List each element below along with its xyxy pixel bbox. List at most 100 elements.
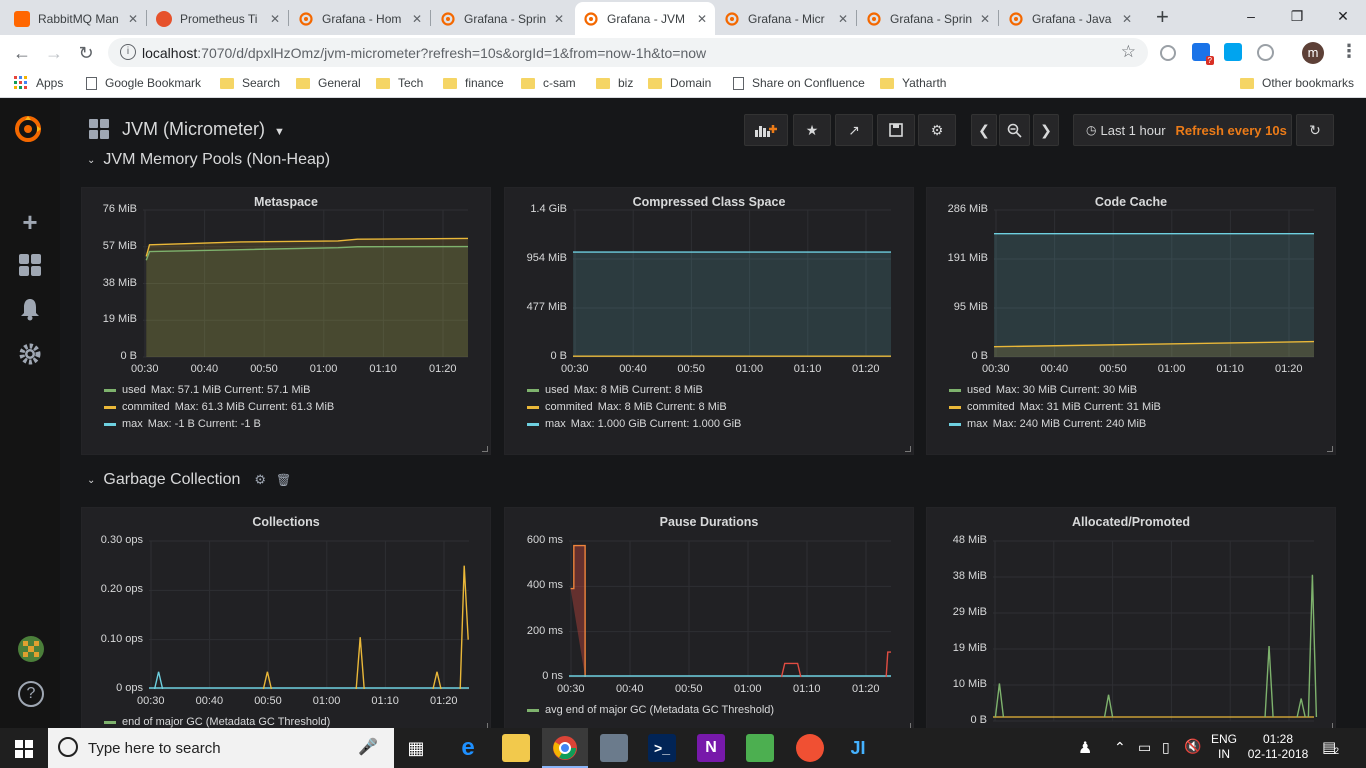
- clock[interactable]: 01:28 02-11-2018: [1244, 732, 1312, 762]
- file-explorer-icon[interactable]: [502, 734, 530, 762]
- panel-metaspace[interactable]: Metaspace 76 MiB 57 MiB 38 MiB 19 MiB 0 B 00:3…: [81, 187, 491, 455]
- bookmark-tech[interactable]: Tech: [376, 76, 423, 90]
- battery-icon[interactable]: ▭: [1138, 739, 1151, 756]
- network-icon[interactable]: ▯: [1162, 739, 1170, 756]
- browser-tab[interactable]: Grafana - JVM ✕: [575, 2, 715, 35]
- save-button[interactable]: [877, 114, 915, 146]
- user-avatar[interactable]: [18, 636, 44, 662]
- time-picker-button[interactable]: ◷ Last 1 hour Refresh every 10s: [1073, 114, 1292, 146]
- bookmark-finance[interactable]: finance: [443, 76, 504, 90]
- legend-item[interactable]: commited Max: 31 MiB Current: 31 MiB: [949, 401, 1161, 413]
- bookmark-search[interactable]: Search: [220, 76, 280, 90]
- panel-title[interactable]: Metaspace: [82, 195, 490, 209]
- intellij-icon[interactable]: JI: [844, 734, 872, 762]
- time-forward-button[interactable]: ❯: [1033, 114, 1059, 146]
- bookmark-share-on-confluence[interactable]: Share on Confluence: [733, 76, 865, 90]
- close-window-button[interactable]: ✕: [1320, 0, 1366, 32]
- windows-start-icon[interactable]: [15, 740, 33, 763]
- extension-blue-icon[interactable]: ?: [1192, 43, 1214, 65]
- panel-title[interactable]: Collections: [82, 515, 490, 529]
- microphone-icon[interactable]: 🎤: [358, 737, 378, 757]
- row-title-gc[interactable]: ⌄ Garbage Collection ⚙ 🗑: [87, 471, 291, 489]
- legend-item[interactable]: max Max: -1 B Current: -1 B: [104, 418, 261, 430]
- settings-button[interactable]: ⚙: [918, 114, 956, 146]
- browser-tab[interactable]: RabbitMQ Man ✕: [6, 2, 146, 35]
- git-icon[interactable]: [796, 734, 824, 762]
- bookmark-apps[interactable]: Apps: [14, 76, 63, 90]
- tray-chevron-up-icon[interactable]: ⌃: [1114, 739, 1126, 756]
- bookmark-biz[interactable]: biz: [596, 76, 633, 90]
- chrome-menu-icon[interactable]: ⋮: [1340, 41, 1358, 62]
- extension-share-icon[interactable]: [1224, 43, 1242, 61]
- bookmark-general[interactable]: General: [296, 76, 361, 90]
- legend-item[interactable]: max Max: 1.000 GiB Current: 1.000 GiB: [527, 418, 741, 430]
- panel-title[interactable]: Code Cache: [927, 195, 1335, 209]
- browser-tab[interactable]: Grafana - Sprin ✕: [858, 2, 998, 35]
- legend-item[interactable]: commited Max: 8 MiB Current: 8 MiB: [527, 401, 727, 413]
- notification-center-icon[interactable]: ▤ 2: [1322, 738, 1339, 756]
- bookmark-domain[interactable]: Domain: [648, 76, 711, 90]
- legend-item[interactable]: used Max: 30 MiB Current: 30 MiB: [949, 384, 1137, 396]
- notepad-plus-icon[interactable]: [746, 734, 774, 762]
- taskbar-search[interactable]: Type here to search 🎤: [48, 728, 394, 768]
- remote-desktop-icon[interactable]: [600, 734, 628, 762]
- address-bar[interactable]: i localhost:7070/d/dpxlHzOmz/jvm-microme…: [108, 38, 1148, 67]
- legend-item[interactable]: used Max: 8 MiB Current: 8 MiB: [527, 384, 703, 396]
- close-tab-icon[interactable]: ✕: [554, 12, 564, 26]
- panel-resize-handle[interactable]: [482, 446, 488, 452]
- other-bookmarks[interactable]: Other bookmarks: [1240, 76, 1354, 90]
- star-button[interactable]: ★: [793, 114, 831, 146]
- share-button[interactable]: ↗: [835, 114, 873, 146]
- language-indicator[interactable]: ENG IN: [1208, 732, 1240, 762]
- row-title-non-heap[interactable]: ⌄ JVM Memory Pools (Non-Heap): [87, 151, 330, 169]
- close-tab-icon[interactable]: ✕: [412, 12, 422, 26]
- configuration-gear-icon[interactable]: [18, 342, 42, 372]
- refresh-button[interactable]: ↻: [1296, 114, 1334, 146]
- bookmark-star-icon[interactable]: ☆: [1121, 42, 1136, 62]
- browser-tab[interactable]: Grafana - Micr ✕: [716, 2, 856, 35]
- panel-pause-durations[interactable]: Pause Durations 600 ms 400 ms 200 ms 0 ns 00:…: [504, 507, 914, 728]
- browser-tab[interactable]: Grafana - Hom ✕: [290, 2, 430, 35]
- legend-item[interactable]: max Max: 240 MiB Current: 240 MiB: [949, 418, 1146, 430]
- panel-resize-handle[interactable]: [905, 446, 911, 452]
- add-panel-button[interactable]: [744, 114, 788, 146]
- chrome-taskbar-button[interactable]: [542, 728, 588, 768]
- reload-button[interactable]: ↻: [72, 39, 100, 67]
- restore-button[interactable]: ❐: [1274, 0, 1320, 32]
- skype-icon[interactable]: [1257, 44, 1274, 61]
- people-icon[interactable]: ♟: [1078, 738, 1092, 758]
- row-delete-icon[interactable]: 🗑: [276, 473, 291, 487]
- create-plus-icon[interactable]: +: [18, 207, 42, 238]
- dashboards-grid-icon[interactable]: [18, 253, 42, 283]
- dashboard-title[interactable]: JVM (Micrometer) ▼: [122, 119, 285, 140]
- legend-item[interactable]: avg end of major GC (Metadata GC Thresho…: [527, 704, 779, 716]
- browser-tab[interactable]: Grafana - Sprin ✕: [432, 2, 572, 35]
- grafana-logo[interactable]: [13, 114, 43, 144]
- volume-muted-icon[interactable]: 🔇: [1184, 738, 1201, 755]
- row-settings-icon[interactable]: ⚙: [254, 472, 266, 488]
- onenote-icon[interactable]: N: [697, 734, 725, 762]
- legend-item[interactable]: commited Max: 61.3 MiB Current: 61.3 MiB: [104, 401, 334, 413]
- back-button[interactable]: ←: [8, 39, 36, 67]
- browser-tab[interactable]: Prometheus Ti ✕: [148, 2, 288, 35]
- close-tab-icon[interactable]: ✕: [980, 12, 990, 26]
- panel-title[interactable]: Allocated/Promoted: [927, 515, 1335, 529]
- close-tab-icon[interactable]: ✕: [128, 12, 138, 26]
- bookmark-yatharth[interactable]: Yatharth: [880, 76, 946, 90]
- new-tab-button[interactable]: +: [1156, 4, 1169, 30]
- close-tab-icon[interactable]: ✕: [697, 12, 707, 26]
- legend-item[interactable]: end of major GC (Metadata GC Threshold): [104, 716, 335, 728]
- forward-button[interactable]: →: [40, 39, 68, 67]
- minimize-button[interactable]: –: [1228, 0, 1274, 32]
- profile-avatar[interactable]: m: [1302, 42, 1324, 64]
- info-icon[interactable]: i: [120, 44, 136, 60]
- time-back-button[interactable]: ❮: [971, 114, 997, 146]
- panel-title[interactable]: Pause Durations: [505, 515, 913, 529]
- browser-tab[interactable]: Grafana - Java ✕: [1000, 2, 1140, 35]
- close-tab-icon[interactable]: ✕: [838, 12, 848, 26]
- extension-circle-icon[interactable]: [1160, 45, 1176, 61]
- legend-item[interactable]: used Max: 57.1 MiB Current: 57.1 MiB: [104, 384, 310, 396]
- panel-resize-handle[interactable]: [1327, 446, 1333, 452]
- panel-allocated-promoted[interactable]: Allocated/Promoted 48 MiB 38 MiB 29 MiB 19 M…: [926, 507, 1336, 728]
- panel-collections[interactable]: Collections 0.30 ops 0.20 ops 0.10 ops 0 ops…: [81, 507, 491, 728]
